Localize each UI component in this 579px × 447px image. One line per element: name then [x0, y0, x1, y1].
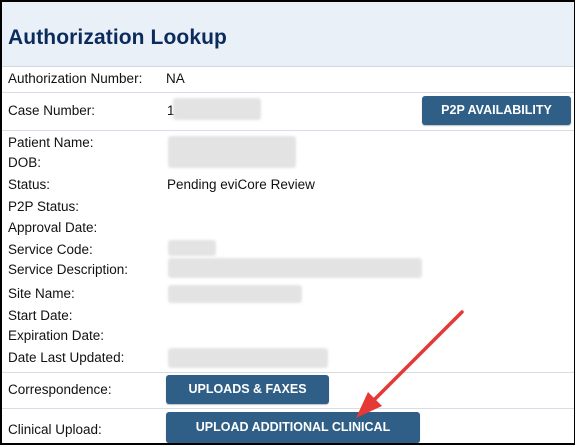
row-site-name: Site Name: — [2, 282, 574, 306]
page-title: Authorization Lookup — [8, 26, 227, 49]
row-date-last-updated: Date Last Updated: — [2, 346, 574, 373]
service-description-label: Service Description: — [8, 262, 129, 277]
status-value: Pending eviCore Review — [167, 177, 315, 192]
correspondence-label: Correspondence: — [8, 382, 112, 397]
date-last-updated-label: Date Last Updated: — [8, 350, 125, 365]
row-correspondence: Correspondence: UPLOADS & FAXES — [2, 372, 574, 409]
p2p-availability-button[interactable]: P2P AVAILABILITY — [422, 96, 571, 125]
start-date-label: Start Date: — [8, 308, 73, 323]
row-clinical-upload: Clinical Upload: UPLOAD ADDITIONAL CLINI… — [2, 408, 574, 444]
upload-additional-clinical-button[interactable]: UPLOAD ADDITIONAL CLINICAL — [166, 412, 420, 443]
row-approval-date: Approval Date: — [2, 218, 574, 238]
case-number-redaction — [173, 98, 261, 120]
row-case-number: Case Number: 1 P2P AVAILABILITY — [2, 92, 574, 131]
row-p2p-status: P2P Status: — [2, 196, 574, 218]
p2p-status-label: P2P Status: — [8, 199, 80, 214]
service-code-redaction — [168, 240, 216, 256]
status-label: Status: — [8, 177, 51, 192]
row-start-date: Start Date: — [2, 306, 574, 326]
row-status: Status: Pending eviCore Review — [2, 174, 574, 196]
dob-label: DOB: — [8, 155, 42, 170]
patient-name-redaction — [168, 136, 296, 168]
authorization-number-value: NA — [166, 71, 185, 86]
expiration-date-label: Expiration Date: — [8, 328, 105, 343]
site-name-redaction — [168, 285, 302, 303]
clinical-upload-label: Clinical Upload: — [8, 422, 102, 437]
approval-date-label: Approval Date: — [8, 220, 98, 235]
authorization-number-label: Authorization Number: — [8, 71, 143, 86]
date-last-updated-redaction — [168, 348, 328, 368]
service-code-label: Service Code: — [8, 242, 93, 257]
service-description-redaction — [168, 258, 422, 278]
row-authorization-number: Authorization Number: NA — [2, 66, 574, 93]
row-expiration-date: Expiration Date: — [2, 326, 574, 346]
case-number-label: Case Number: — [8, 103, 96, 118]
uploads-faxes-button[interactable]: UPLOADS & FAXES — [166, 375, 329, 404]
panel-header: Authorization Lookup — [2, 2, 574, 67]
row-patient: Patient Name: DOB: — [2, 130, 574, 174]
patient-name-label: Patient Name: — [8, 135, 94, 150]
site-name-label: Site Name: — [8, 286, 75, 301]
row-service: Service Code: Service Description: — [2, 238, 574, 282]
